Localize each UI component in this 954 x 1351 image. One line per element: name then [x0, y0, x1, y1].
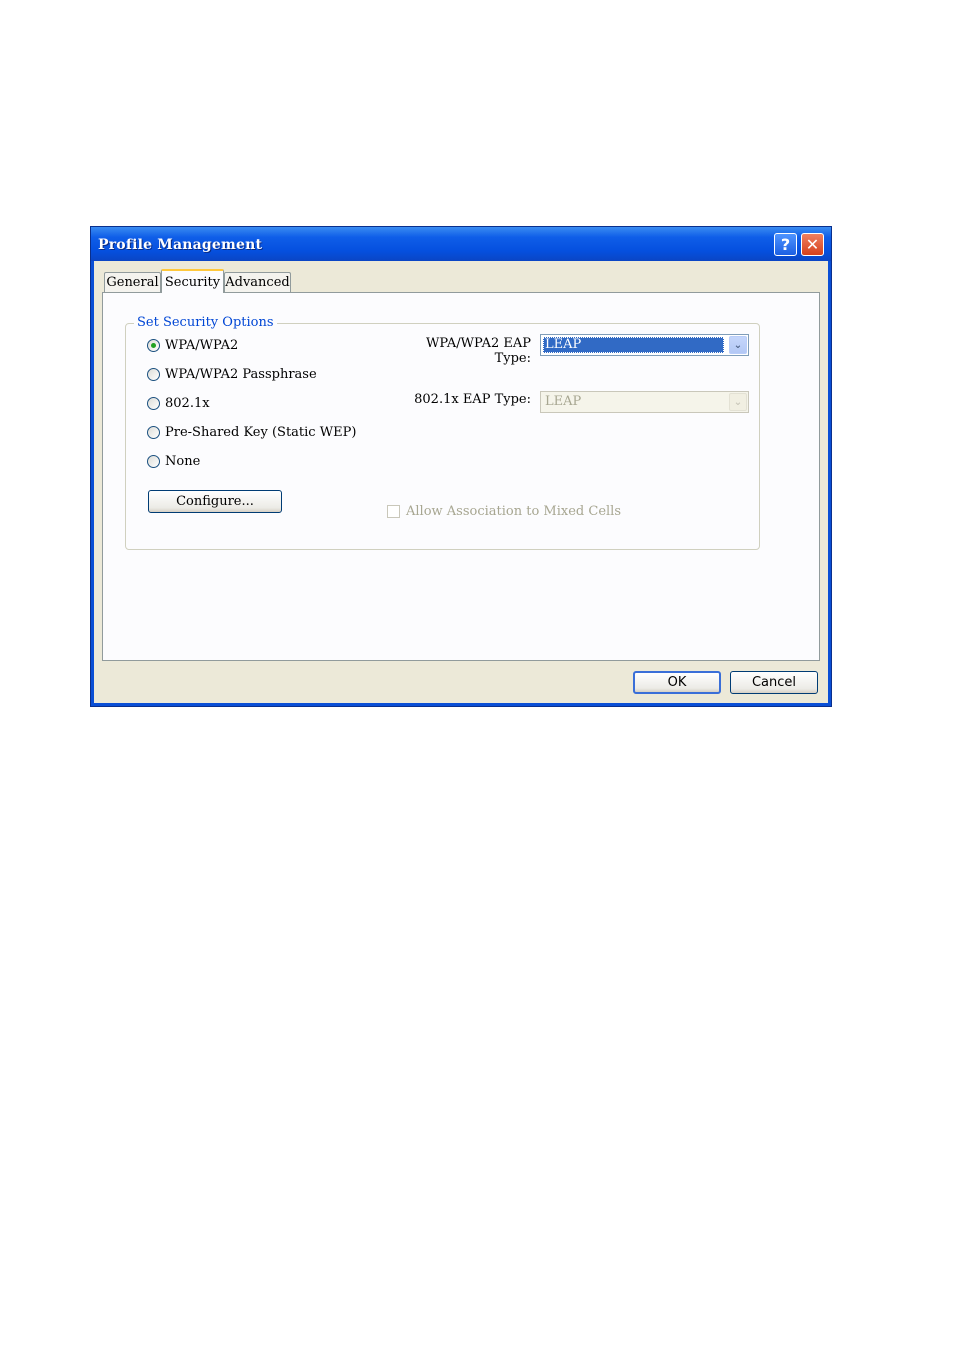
- security-tab-panel: Set Security Options WPA/WPA2 WPA/WPA2 P…: [102, 292, 820, 661]
- configure-button[interactable]: Configure...: [148, 490, 282, 513]
- window-title: Profile Management: [98, 237, 263, 253]
- radio-unchecked-icon: [147, 454, 160, 468]
- group-title: Set Security Options: [134, 315, 277, 330]
- radio-wpa-passphrase[interactable]: WPA/WPA2 Passphrase: [147, 365, 317, 383]
- radio-unchecked-icon: [147, 425, 160, 439]
- cancel-button[interactable]: Cancel: [730, 671, 818, 694]
- radio-label: None: [165, 453, 201, 469]
- radio-802-1x[interactable]: 802.1x: [147, 394, 210, 412]
- title-bar[interactable]: Profile Management ? ✕: [91, 227, 831, 261]
- tab-security[interactable]: Security: [161, 269, 224, 293]
- dot1x-eap-type-label: 802.1x EAP Type:: [414, 392, 531, 407]
- mixed-cells-label: Allow Association to Mixed Cells: [406, 504, 622, 519]
- dot1x-eap-type-select: LEAP ⌄: [540, 391, 749, 413]
- profile-management-window: Profile Management ? ✕ General Security …: [90, 226, 832, 707]
- wpa-eap-type-value: LEAP: [543, 337, 724, 353]
- dot1x-eap-type-value: LEAP: [545, 394, 582, 409]
- radio-label: WPA/WPA2: [165, 337, 239, 353]
- tab-general[interactable]: General: [104, 272, 161, 292]
- radio-unchecked-icon: [147, 396, 160, 410]
- radio-label: WPA/WPA2 Passphrase: [165, 366, 317, 382]
- help-icon: ?: [780, 235, 791, 254]
- chevron-down-icon: ⌄: [729, 393, 747, 411]
- wpa-eap-type-select[interactable]: LEAP ⌄: [540, 334, 749, 356]
- tab-advanced[interactable]: Advanced: [224, 272, 291, 292]
- close-button[interactable]: ✕: [801, 233, 824, 256]
- radio-label: 802.1x: [165, 395, 210, 411]
- radio-checked-icon: [147, 338, 160, 352]
- checkbox-unchecked-icon: [387, 505, 400, 518]
- chevron-down-icon[interactable]: ⌄: [729, 336, 747, 354]
- radio-label: Pre-Shared Key (Static WEP): [165, 424, 357, 440]
- radio-none[interactable]: None: [147, 452, 200, 470]
- radio-pre-shared-key[interactable]: Pre-Shared Key (Static WEP): [147, 423, 356, 441]
- security-options-group: Set Security Options WPA/WPA2 WPA/WPA2 P…: [125, 315, 760, 550]
- radio-wpa-wpa2[interactable]: WPA/WPA2: [147, 336, 238, 354]
- mixed-cells-checkbox: Allow Association to Mixed Cells: [387, 504, 621, 519]
- ok-button[interactable]: OK: [633, 671, 721, 694]
- help-button[interactable]: ?: [774, 233, 797, 256]
- wpa-eap-type-label: WPA/WPA2 EAP Type:: [425, 336, 531, 366]
- radio-unchecked-icon: [147, 367, 160, 381]
- close-icon: ✕: [805, 235, 820, 254]
- dialog-client-area: General Security Advanced Set Security O…: [94, 261, 828, 703]
